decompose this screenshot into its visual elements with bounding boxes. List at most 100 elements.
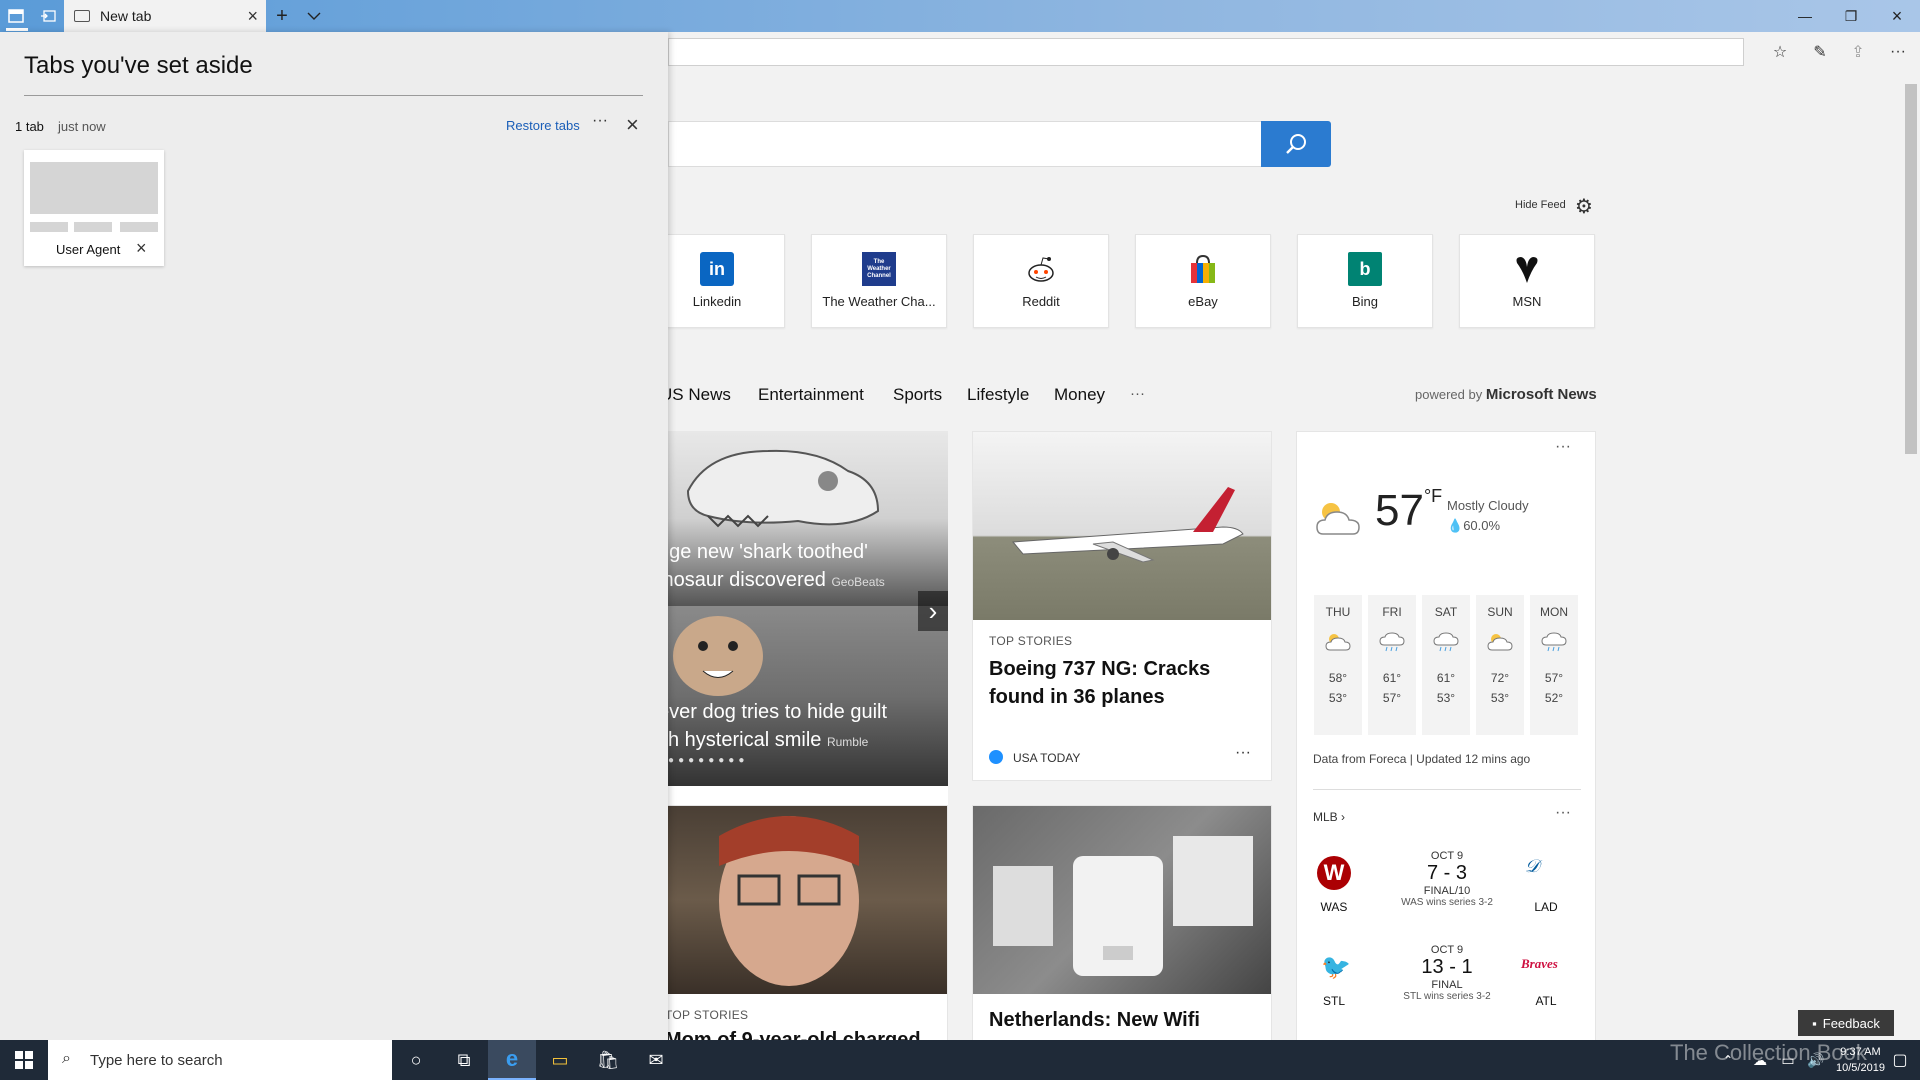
divider [1313,789,1581,790]
share-icon[interactable]: ⇪ [1846,40,1870,64]
thumbnail-bar [74,222,112,232]
edge-icon[interactable]: e [488,1040,536,1080]
close-tab-icon[interactable]: × [247,6,258,27]
mlb-title[interactable]: MLB › [1313,810,1345,824]
game1-score-block[interactable]: OCT 9 7 - 3 FINAL/10 WAS wins series 3-2 [1377,850,1517,908]
top-site-label: MSN [1512,294,1542,309]
tabs-aside-panel: Tabs you've set aside 1 tab just now Res… [0,32,668,1040]
droplet-icon: 💧 [1447,518,1464,533]
thumbnail-preview [30,162,158,214]
plane-photo [973,432,1271,620]
taskbar: ⌕ Type here to search ○ ⧉ e ▭ 🛍 ✉ ⌃ ☁ ▭ … [0,1040,1920,1080]
group-more-icon[interactable]: ··· [592,112,608,130]
category-sports[interactable]: Sports [893,385,942,405]
wifi-headline[interactable]: Netherlands: New Wifi [989,1006,1269,1034]
day-low: 57° [1382,691,1402,705]
day-low: 53° [1328,691,1348,705]
game1-note: WAS wins series 3-2 [1401,897,1493,908]
temp-value: 57 [1375,486,1424,535]
powered-brand: Microsoft News [1485,386,1597,403]
store-icon[interactable]: 🛍 [584,1040,632,1080]
close-icon[interactable]: × [136,238,147,259]
boeing-headline[interactable]: Boeing 737 NG: Cracks found in 36 planes [989,655,1259,711]
next-slide-icon[interactable]: › [918,591,948,631]
file-explorer-icon[interactable]: ▭ [536,1040,584,1080]
close-window-button[interactable]: × [1874,0,1920,32]
category-us-news[interactable]: US News [660,385,731,405]
remove-group-icon[interactable]: × [626,112,639,138]
pen-icon[interactable]: ✎ [1808,40,1832,64]
game2-status: FINAL [1431,979,1463,991]
chevron-down-icon[interactable] [304,6,324,26]
story1-line2: inosaur discovered [658,569,826,591]
mail-icon[interactable]: ✉ [632,1040,680,1080]
task-view-icon[interactable]: ⧉ [440,1040,488,1080]
favorites-icon[interactable]: ☆ [1768,40,1792,64]
partly-cloudy-icon [1324,631,1352,658]
top-site-weather[interactable]: The Weather Channel The Weather Cha... [811,234,947,328]
top-site-bing[interactable]: b Bing [1297,234,1433,328]
linkedin-icon: in [700,252,734,286]
windows-start-icon[interactable] [0,1040,48,1080]
title-bar: New tab × + ― ❐ × [0,0,1920,32]
top-site-linkedin[interactable]: in Linkedin [649,234,785,328]
day-name: THU [1325,605,1351,619]
day-name: SAT [1434,605,1458,619]
gear-icon[interactable]: ⚙ [1575,194,1593,219]
slide-dots[interactable]: ●●●●●●●●● [658,755,748,766]
day-low: 53° [1436,691,1456,705]
news-card-mom[interactable]: TOP STORIES Mom of 9-year-old charged [648,805,948,1040]
address-bar[interactable] [668,38,1744,66]
more-options-icon[interactable]: ··· [1235,744,1251,762]
top-site-msn[interactable]: MSN [1459,234,1595,328]
forecast-day-sun: SUN 72° 53° [1476,595,1524,735]
tab-title: New tab [100,8,152,24]
restore-button[interactable]: ❐ [1828,0,1874,32]
search-input[interactable] [668,121,1262,167]
game2-score-block[interactable]: OCT 9 13 - 1 FINAL STL wins series 3-2 [1377,944,1517,1002]
notification-icon[interactable]: ▢ [1880,1040,1920,1080]
day-high: 58° [1328,671,1348,685]
tab-new-tab[interactable]: New tab × [64,0,266,32]
mlb-more-icon[interactable]: ··· [1555,804,1571,822]
search-button[interactable] [1261,121,1331,167]
taskbar-search-input[interactable]: ⌕ Type here to search [48,1040,392,1080]
game1-date: OCT 9 [1430,850,1464,862]
msn-icon [1510,252,1544,286]
forecast-day-thu: THU 58° 53° [1314,595,1362,735]
set-aside-tab-thumbnail[interactable]: User Agent × [24,150,164,266]
current-temp: 57°F [1375,486,1442,536]
more-icon[interactable]: ··· [1886,40,1910,64]
cortana-icon[interactable]: ○ [392,1040,440,1080]
day-low: 52° [1544,691,1564,705]
story1-title: uge new 'shark toothed' inosaur discover… [658,538,885,596]
category-money[interactable]: Money [1054,385,1105,405]
tabs-aside-icon[interactable] [6,6,26,26]
set-tabs-aside-icon[interactable] [38,6,58,26]
day-name: SUN [1487,605,1513,619]
precip-value: 60.0% [1463,518,1501,533]
mom-headline[interactable]: Mom of 9-year-old charged [665,1026,945,1040]
category-entertainment[interactable]: Entertainment [758,385,864,405]
weather-condition: Mostly Cloudy [1447,498,1529,513]
slideshow-card[interactable]: uge new 'shark toothed' inosaur discover… [648,431,948,851]
top-site-label: Reddit [1022,294,1060,309]
minimize-button[interactable]: ― [1782,0,1828,32]
weather-more-icon[interactable]: ··· [1555,438,1571,456]
news-card-boeing[interactable]: TOP STORIES Boeing 737 NG: Cracks found … [972,431,1272,781]
search-placeholder: Type here to search [90,1051,223,1069]
category-lifestyle[interactable]: Lifestyle [967,385,1029,405]
boeing-kicker: TOP STORIES [989,634,1073,648]
more-categories-icon[interactable]: ··· [1130,385,1145,402]
game1-score: 7 - 3 [1426,862,1468,884]
usa-today-icon [989,750,1003,764]
top-site-reddit[interactable]: Reddit [973,234,1109,328]
hide-feed-link[interactable]: Hide Feed [1515,199,1566,211]
scrollbar-thumb[interactable] [1905,84,1917,454]
top-site-ebay[interactable]: eBay [1135,234,1271,328]
new-tab-icon[interactable]: + [272,5,292,27]
restore-tabs-link[interactable]: Restore tabs [506,118,580,133]
news-card-wifi[interactable]: Netherlands: New Wifi [972,805,1272,1040]
feedback-button[interactable]: ▪ Feedback [1798,1010,1894,1036]
weather-channel-icon: The Weather Channel [862,252,896,286]
